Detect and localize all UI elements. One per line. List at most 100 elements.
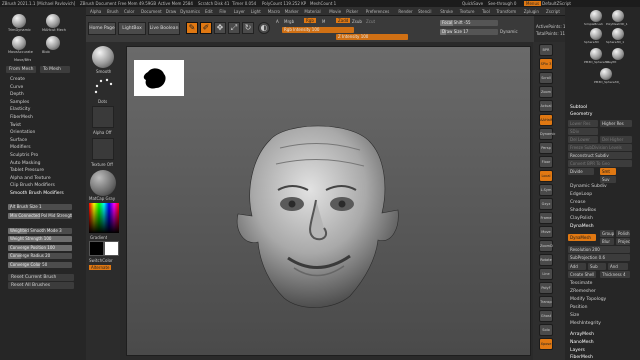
sub-button[interactable]: Sub bbox=[588, 263, 606, 270]
tool-thumb-1[interactable] bbox=[612, 10, 624, 22]
menu-marker[interactable]: Marker bbox=[285, 9, 299, 14]
home-page-button[interactable]: Home Page bbox=[88, 22, 116, 35]
alternate-button[interactable]: Alternate bbox=[89, 265, 112, 270]
brush-subpalette-tablet-pressure[interactable]: Tablet Pressure bbox=[10, 168, 44, 173]
thickness-slider[interactable]: Thickness 4 bbox=[600, 271, 630, 278]
brush-subpalette-create[interactable]: Create bbox=[10, 77, 25, 82]
default-zscript-button[interactable]: DefaultZScript bbox=[542, 1, 571, 6]
brush-subpalette-depth[interactable]: Depth bbox=[10, 92, 24, 97]
create-shell-button[interactable]: Create Shell bbox=[568, 271, 596, 278]
menu-picker[interactable]: Picker bbox=[346, 9, 358, 14]
menu-macro[interactable]: Macro bbox=[268, 9, 280, 14]
shelf-aahalf-button[interactable]: AAHalf bbox=[539, 114, 553, 126]
menu-alpha[interactable]: Alpha bbox=[90, 9, 101, 14]
shelf-rotate-button[interactable]: Rotate bbox=[539, 254, 553, 266]
layers-subpalette[interactable]: Layers bbox=[570, 348, 585, 353]
modify-topology-subpalette[interactable]: Modify Topology bbox=[570, 297, 606, 302]
to-mesh-button[interactable]: To Mesh bbox=[40, 66, 70, 73]
polish-toggle[interactable]: Polish bbox=[616, 230, 630, 237]
menu-texture[interactable]: Texture bbox=[460, 9, 475, 14]
menu-color[interactable]: Color bbox=[124, 9, 134, 14]
divide-button[interactable]: Divide bbox=[568, 168, 594, 175]
move-button[interactable]: ✥ bbox=[214, 22, 226, 34]
live-boolean-button[interactable]: Live Boolean bbox=[148, 22, 180, 35]
menu-movie[interactable]: Movie bbox=[329, 9, 341, 14]
brush-subpalette-twist[interactable]: Twist bbox=[10, 123, 21, 128]
shelf-l-sym-button[interactable]: L.Sym bbox=[539, 184, 553, 196]
del-lower-button[interactable]: Del Lower bbox=[568, 136, 598, 143]
brush-subpalette-auto-masking[interactable]: Auto Masking bbox=[10, 161, 40, 166]
brush-subpalette-clip-brush-modifiers[interactable]: Clip Brush Modifiers bbox=[10, 183, 55, 188]
brush-subpalette-alpha-and-texture[interactable]: Alpha and Texture bbox=[10, 176, 51, 181]
menu-layer[interactable]: Layer bbox=[234, 9, 245, 14]
color-picker[interactable] bbox=[89, 203, 119, 233]
freeze-subdivision-button[interactable]: Freeze SubDivision Levels bbox=[568, 144, 632, 151]
draw-button[interactable]: ✐ bbox=[200, 22, 212, 34]
shelf-floor-button[interactable]: Floor bbox=[539, 156, 553, 168]
smooth-slider-0[interactable]: Alt Brush Size 1 bbox=[8, 204, 72, 210]
lower-res-button[interactable]: Lower Res bbox=[568, 120, 598, 127]
menu-render[interactable]: Render bbox=[398, 9, 412, 14]
draw-size-slider[interactable]: Draw Size 17 bbox=[440, 29, 498, 35]
reset-current-brush-button[interactable]: Reset Current Brush bbox=[8, 274, 74, 281]
main-color-swatch[interactable] bbox=[104, 241, 119, 256]
shelf-spix-3-button[interactable]: SPix 3 bbox=[539, 58, 553, 70]
smt-toggle[interactable]: Smt bbox=[600, 168, 616, 175]
smooth-slider-6[interactable]: Converge Color 50 bbox=[8, 261, 72, 268]
shelf-frame-button[interactable]: Frame bbox=[539, 212, 553, 224]
shelf-bpr-button[interactable]: BPR bbox=[539, 44, 553, 56]
brush-subpalette-orientation[interactable]: Orientation bbox=[10, 130, 35, 135]
scale-button[interactable]: ⤢ bbox=[228, 22, 240, 34]
sphere-blob-thumb[interactable] bbox=[46, 36, 60, 50]
rgb-intensity-slider[interactable]: Rgb Intensity 100 bbox=[282, 27, 354, 33]
see-through-slider[interactable]: See-through 0 bbox=[488, 1, 516, 6]
claypolish-subpalette[interactable]: ClayPolish bbox=[570, 216, 593, 221]
zremesher-subpalette[interactable]: ZRemesher bbox=[570, 289, 596, 294]
brush-subpalette-elasticity[interactable]: Elasticity bbox=[10, 107, 30, 112]
size-subpalette[interactable]: Size bbox=[570, 313, 579, 318]
matcap-thumb[interactable] bbox=[90, 170, 116, 196]
shelf-persp-button[interactable]: Persp bbox=[539, 142, 553, 154]
edgeloop-subpalette[interactable]: EdgeLoop bbox=[570, 192, 592, 197]
menu-dynamics[interactable]: Dynamics bbox=[180, 9, 200, 14]
shelf-zoomd-button[interactable]: ZoomD bbox=[539, 240, 553, 252]
zadd-button[interactable]: Zadd bbox=[336, 18, 351, 23]
menu-stroke[interactable]: Stroke bbox=[440, 9, 453, 14]
shelf-ghost-button[interactable]: Ghost bbox=[539, 310, 553, 322]
blur-slider[interactable]: Blur bbox=[600, 238, 614, 245]
brush-subpalette-modifiers[interactable]: Modifiers bbox=[10, 145, 31, 150]
tool-thumb-4[interactable] bbox=[590, 48, 602, 60]
shelf-actual-button[interactable]: Actual bbox=[539, 100, 553, 112]
from-mesh-button[interactable]: From Mesh bbox=[6, 66, 36, 73]
sphere-mahcut-thumb[interactable] bbox=[46, 14, 60, 28]
material-sphere-button[interactable]: ◐ bbox=[258, 22, 270, 34]
tool-thumb-0[interactable] bbox=[590, 10, 602, 22]
menu-light[interactable]: Light bbox=[251, 9, 261, 14]
zcut-button[interactable]: Zcut bbox=[366, 19, 375, 24]
menu-transform[interactable]: Transform bbox=[496, 9, 516, 14]
menu-preferences[interactable]: Preferences bbox=[366, 9, 390, 14]
brush-subpalette-surface[interactable]: Surface bbox=[10, 138, 27, 143]
subprojection-slider[interactable]: SubProjection 0.6 bbox=[568, 254, 630, 261]
brush-subpalette-samples[interactable]: Samples bbox=[10, 100, 29, 105]
crease-subpalette[interactable]: Crease bbox=[570, 200, 586, 205]
fibermesh-subpalette[interactable]: FiberMesh bbox=[570, 355, 593, 360]
shelf-transp-button[interactable]: Transp bbox=[539, 296, 553, 308]
shelf-move-button[interactable]: Move bbox=[539, 226, 553, 238]
project-toggle[interactable]: Project bbox=[616, 238, 630, 245]
menu-edit[interactable]: Edit bbox=[205, 9, 213, 14]
quicksave-button[interactable]: QuickSave bbox=[462, 1, 483, 6]
smooth-slider-2[interactable]: Weighted Smooth Mode 3 bbox=[8, 227, 72, 234]
shelf-polyf-button[interactable]: PolyF bbox=[539, 282, 553, 294]
edit-button[interactable]: ✎ bbox=[186, 22, 198, 34]
tool-thumb-3[interactable] bbox=[612, 28, 624, 40]
menu-stencil[interactable]: Stencil bbox=[418, 9, 432, 14]
position-subpalette[interactable]: Position bbox=[570, 305, 588, 310]
shelf-line-fill-button[interactable]: Line Fill bbox=[539, 268, 553, 286]
secondary-color-swatch[interactable] bbox=[89, 241, 104, 256]
suv-toggle[interactable]: Suv bbox=[600, 176, 616, 183]
tool-thumb-2[interactable] bbox=[590, 28, 602, 40]
menus-toggle[interactable]: Menus bbox=[524, 1, 542, 6]
subtool-subpalette[interactable]: Subtool bbox=[570, 105, 587, 110]
m-button[interactable]: M bbox=[322, 19, 325, 24]
